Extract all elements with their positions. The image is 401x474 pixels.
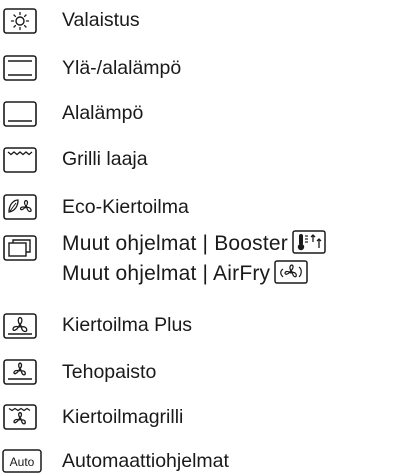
item-label: Alalämpö [62, 102, 144, 124]
list-item-grilli-laaja: Grilli laaja [0, 143, 401, 177]
auto-icon-text: Auto [10, 455, 35, 469]
item-label: Kiertoilmagrilli [62, 406, 184, 428]
item-label: Eco-Kiertoilma [62, 196, 189, 218]
list-item-muut-ohjelmat: Muut ohjelmat | Booster Muut ohjelmat | … [0, 230, 401, 296]
list-item-yla-alalampo: Ylä-/alalämpö [0, 51, 401, 85]
bottom-heat-icon [2, 99, 38, 129]
list-item-automaattiohjelmat: Auto Automaattiohjelmat [0, 446, 401, 474]
label-text: Muut ohjelmat | AirFry [62, 262, 271, 285]
eco-fan-icon [2, 192, 38, 222]
item-label: Tehopaisto [62, 361, 157, 383]
list-item-valaistus: Valaistus [0, 4, 401, 38]
item-label: Automaattiohjelmat [62, 450, 229, 472]
item-label: Grilli laaja [62, 148, 148, 170]
list-item-eco-kiertoilma: Eco-Kiertoilma [0, 190, 401, 224]
item-label: Kiertoilma Plus [62, 314, 193, 336]
auto-programs-icon: Auto [2, 446, 42, 474]
other-programs-icon [2, 233, 38, 263]
top-bottom-heat-icon [2, 53, 38, 83]
label-text: Muut ohjelmat | Booster [62, 232, 288, 255]
item-label: Ylä-/alalämpö [62, 57, 182, 79]
booster-thermometer-icon [292, 230, 326, 262]
list-item-kiertoilma-plus: Kiertoilma Plus [0, 309, 401, 343]
grill-large-icon [2, 145, 38, 175]
list-item-alalampo: Alalämpö [0, 97, 401, 131]
fan-plus-icon [2, 311, 38, 341]
fan-grill-icon [2, 402, 38, 432]
airfry-icon [274, 260, 308, 292]
item-label: Valaistus [62, 9, 140, 31]
light-bulb-icon [2, 6, 38, 36]
item-label-line2: Muut ohjelmat | AirFry [62, 260, 308, 292]
intensive-bake-icon [2, 357, 38, 387]
item-label-line1: Muut ohjelmat | Booster [62, 230, 326, 262]
list-item-tehopaisto: Tehopaisto [0, 355, 401, 389]
list-item-kiertoilmagrilli: Kiertoilmagrilli [0, 400, 401, 434]
